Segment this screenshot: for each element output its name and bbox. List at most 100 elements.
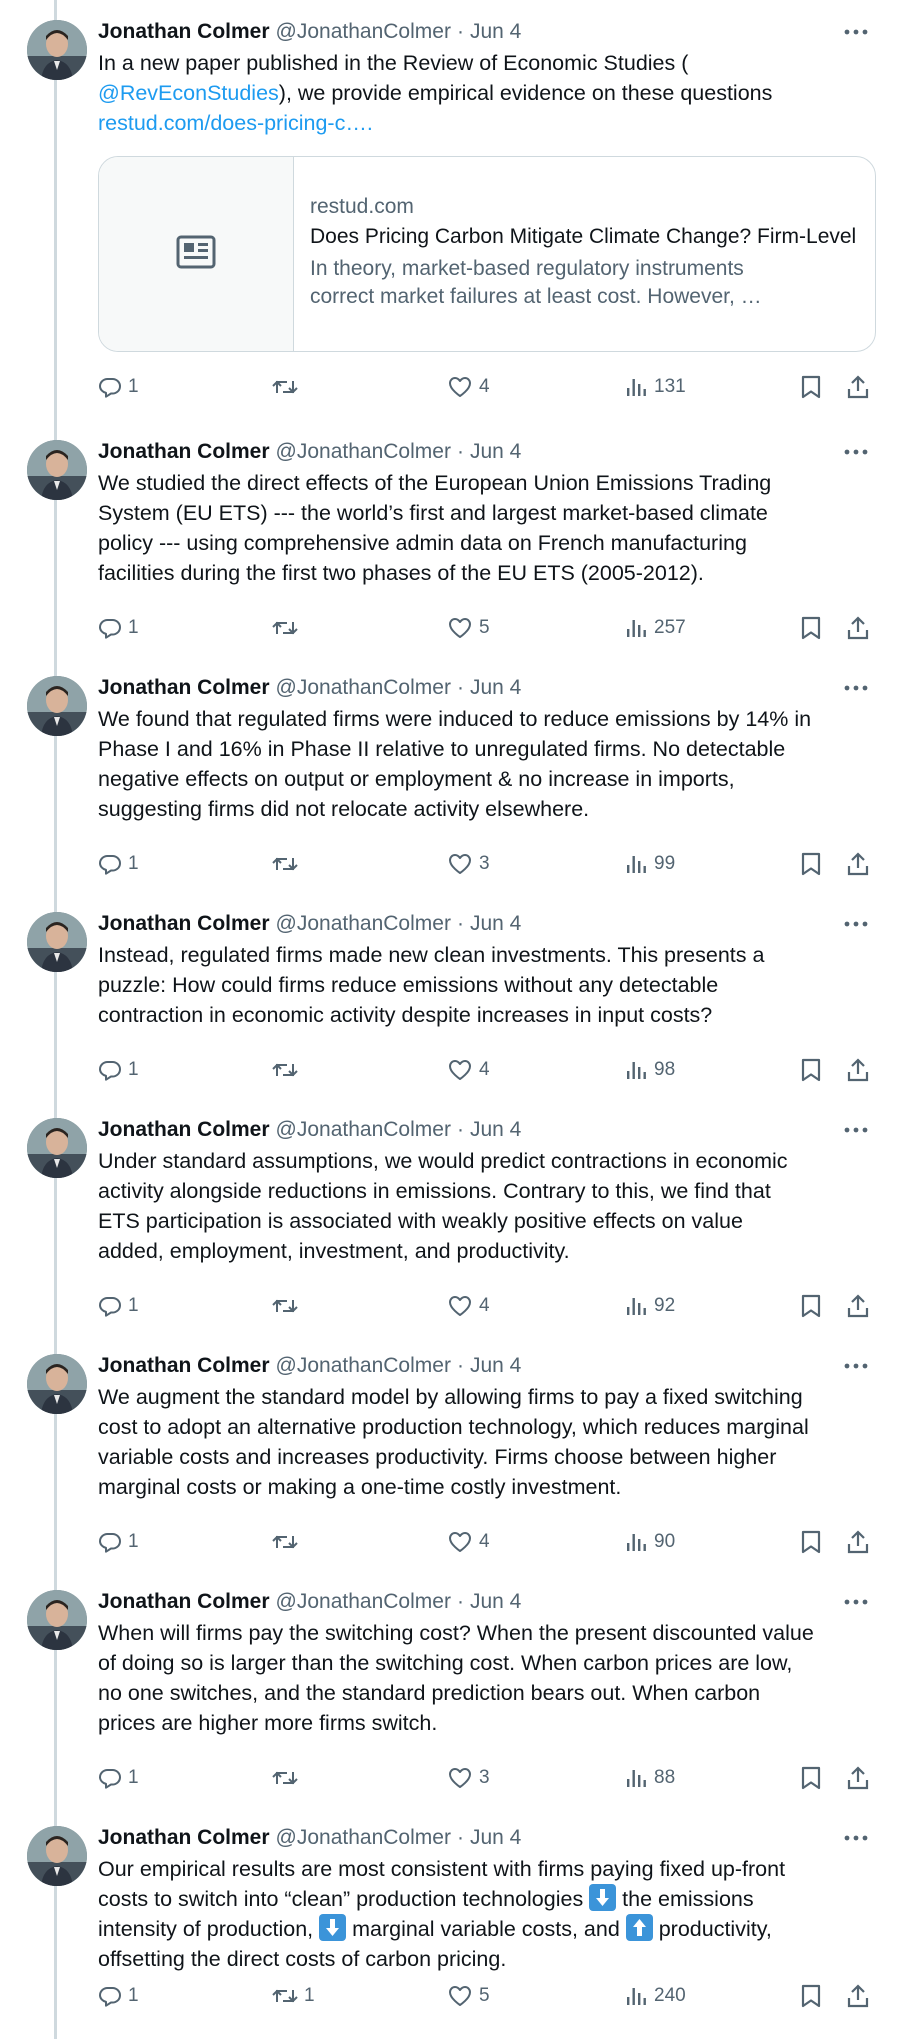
- tweet-date[interactable]: Jun 4: [470, 1354, 521, 1378]
- more-icon[interactable]: [844, 1352, 868, 1380]
- tweet-date[interactable]: Jun 4: [470, 1826, 521, 1850]
- tweet[interactable]: Jonathan Colmer @JonathanColmer · Jun 4 Unde…: [0, 1098, 898, 1334]
- avatar[interactable]: [27, 676, 87, 736]
- tweet[interactable]: Jonathan Colmer @JonathanColmer · Jun 4 When…: [0, 1570, 898, 1806]
- like-button[interactable]: 4: [447, 1056, 490, 1084]
- tweet[interactable]: Jonathan Colmer @JonathanColmer · Jun 4 …: [0, 1806, 898, 2039]
- author-handle[interactable]: @JonathanColmer: [276, 1354, 451, 1378]
- tweet-date[interactable]: Jun 4: [470, 676, 521, 700]
- author-handle[interactable]: @JonathanColmer: [276, 20, 451, 44]
- author-handle[interactable]: @JonathanColmer: [276, 1590, 451, 1614]
- reply-button[interactable]: 1: [98, 1764, 139, 1792]
- reply-button[interactable]: 1: [98, 850, 139, 878]
- tweet-date[interactable]: Jun 4: [470, 912, 521, 936]
- more-icon[interactable]: [844, 1824, 868, 1852]
- retweet-button[interactable]: [272, 614, 304, 642]
- reply-button[interactable]: 1: [98, 373, 139, 401]
- views-button[interactable]: 131: [624, 373, 686, 401]
- like-button[interactable]: 3: [447, 1764, 490, 1792]
- like-button[interactable]: 4: [447, 1528, 490, 1556]
- retweet-button[interactable]: [272, 1528, 304, 1556]
- reply-button[interactable]: 1: [98, 1528, 139, 1556]
- views-button[interactable]: 98: [624, 1056, 675, 1084]
- reply-button[interactable]: 1: [98, 614, 139, 642]
- avatar[interactable]: [27, 912, 87, 972]
- url-link[interactable]: restud.com/does-pricing-c….: [98, 111, 373, 135]
- tweet[interactable]: Jonathan Colmer @JonathanColmer · Jun 4 Inst…: [0, 892, 898, 1098]
- author-name[interactable]: Jonathan Colmer: [98, 440, 270, 464]
- avatar[interactable]: [27, 1354, 87, 1414]
- share-button[interactable]: [846, 1528, 870, 1556]
- like-button[interactable]: 4: [447, 373, 490, 401]
- views-button[interactable]: 257: [624, 614, 686, 642]
- share-button[interactable]: [846, 1056, 870, 1084]
- bookmark-button[interactable]: [800, 1764, 822, 1792]
- like-button[interactable]: 3: [447, 850, 490, 878]
- author-handle[interactable]: @JonathanColmer: [276, 676, 451, 700]
- more-icon[interactable]: [844, 438, 868, 466]
- reply-button[interactable]: 1: [98, 1056, 139, 1084]
- bookmark-button[interactable]: [800, 1292, 822, 1320]
- tweet-date[interactable]: Jun 4: [470, 20, 521, 44]
- avatar[interactable]: [27, 1590, 87, 1650]
- author-name[interactable]: Jonathan Colmer: [98, 1118, 270, 1142]
- share-button[interactable]: [846, 850, 870, 878]
- more-icon[interactable]: [844, 1588, 868, 1616]
- author-name[interactable]: Jonathan Colmer: [98, 676, 270, 700]
- avatar[interactable]: [27, 1826, 87, 1886]
- views-button[interactable]: 92: [624, 1292, 675, 1320]
- like-count: 5: [479, 1985, 490, 2006]
- views-button[interactable]: 88: [624, 1764, 675, 1792]
- share-button[interactable]: [846, 1292, 870, 1320]
- more-icon[interactable]: [844, 674, 868, 702]
- bookmark-button[interactable]: [800, 1528, 822, 1556]
- tweet-date[interactable]: Jun 4: [470, 1590, 521, 1614]
- retweet-button[interactable]: [272, 1292, 304, 1320]
- like-button[interactable]: 4: [447, 1292, 490, 1320]
- bookmark-button[interactable]: [800, 614, 822, 642]
- retweet-button[interactable]: [272, 1764, 304, 1792]
- author-handle[interactable]: @JonathanColmer: [276, 440, 451, 464]
- more-icon[interactable]: [844, 1116, 868, 1144]
- tweet-date[interactable]: Jun 4: [470, 440, 521, 464]
- link-card[interactable]: restud.com Does Pricing Carbon Mitigate …: [98, 156, 876, 352]
- like-button[interactable]: 5: [447, 614, 490, 642]
- bookmark-button[interactable]: [800, 850, 822, 878]
- tweet[interactable]: Jonathan Colmer @JonathanColmer · Jun 4 We s…: [0, 420, 898, 656]
- views-button[interactable]: 240: [624, 1982, 686, 2010]
- author-name[interactable]: Jonathan Colmer: [98, 1590, 270, 1614]
- author-name[interactable]: Jonathan Colmer: [98, 912, 270, 936]
- more-icon[interactable]: [844, 910, 868, 938]
- share-button[interactable]: [846, 373, 870, 401]
- author-handle[interactable]: @JonathanColmer: [276, 1826, 451, 1850]
- share-button[interactable]: [846, 1764, 870, 1792]
- author-handle[interactable]: @JonathanColmer: [276, 912, 451, 936]
- bookmark-button[interactable]: [800, 1056, 822, 1084]
- share-button[interactable]: [846, 1982, 870, 2010]
- bookmark-button[interactable]: [800, 1982, 822, 2010]
- tweet[interactable]: Jonathan Colmer @JonathanColmer · Jun 4 We a…: [0, 1334, 898, 1570]
- more-icon[interactable]: [844, 18, 868, 46]
- share-button[interactable]: [846, 614, 870, 642]
- author-name[interactable]: Jonathan Colmer: [98, 1354, 270, 1378]
- avatar[interactable]: [27, 440, 87, 500]
- author-name[interactable]: Jonathan Colmer: [98, 1826, 270, 1850]
- tweet[interactable]: Jonathan Colmer @JonathanColmer · Jun 4 We f…: [0, 656, 898, 892]
- retweet-button[interactable]: 1: [272, 1982, 315, 2010]
- retweet-button[interactable]: [272, 373, 304, 401]
- views-button[interactable]: 90: [624, 1528, 675, 1556]
- retweet-button[interactable]: [272, 850, 304, 878]
- like-button[interactable]: 5: [447, 1982, 490, 2010]
- author-handle[interactable]: @JonathanColmer: [276, 1118, 451, 1142]
- mention-link[interactable]: @RevEconStudies: [98, 81, 279, 105]
- avatar[interactable]: [27, 1118, 87, 1178]
- tweet[interactable]: Jonathan Colmer @JonathanColmer · Jun 4 …: [0, 0, 898, 420]
- bookmark-button[interactable]: [800, 373, 822, 401]
- reply-button[interactable]: 1: [98, 1982, 139, 2010]
- avatar[interactable]: [27, 20, 87, 80]
- retweet-button[interactable]: [272, 1056, 304, 1084]
- views-button[interactable]: 99: [624, 850, 675, 878]
- tweet-date[interactable]: Jun 4: [470, 1118, 521, 1142]
- reply-button[interactable]: 1: [98, 1292, 139, 1320]
- author-name[interactable]: Jonathan Colmer: [98, 20, 270, 44]
